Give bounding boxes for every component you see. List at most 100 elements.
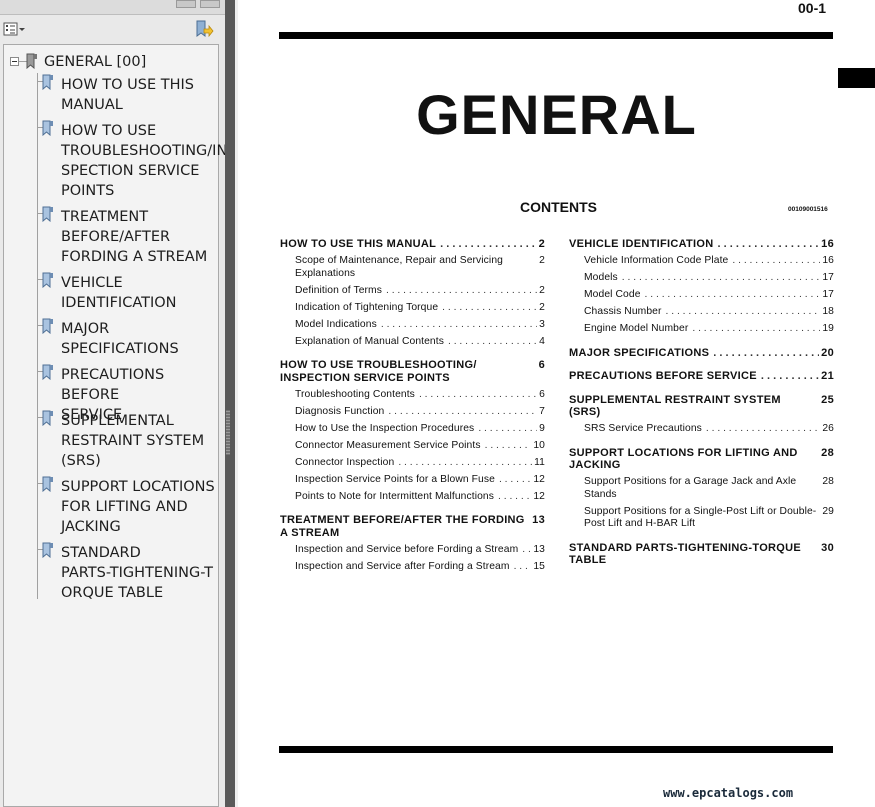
toc-entry[interactable]: How to Use the Inspection Procedures 9 [280,423,545,436]
toc-entry[interactable]: Models 17 [569,272,834,285]
dropdown-arrow-icon [19,28,25,31]
toc-heading-text: PRECAUTIONS BEFORE SERVICE [569,370,757,382]
toc-heading-text: SUPPLEMENTAL RESTRAINT SYSTEM (SRS) [569,393,781,419]
toc-section-heading[interactable]: SUPPORT LOCATIONS FOR LIFTING AND JACKIN… [569,447,834,472]
toc-section-heading[interactable]: STANDARD PARTS-TIGHTENING-TORQUE TABLE 30 [569,542,834,567]
toc-heading-text: TREATMENT BEFORE/AFTER THE FORDING A STR… [280,514,525,539]
toc-entry[interactable]: Inspection Service Points for a Blown Fu… [280,474,545,487]
toc-entry[interactable]: Points to Note for Intermittent Malfunct… [280,491,545,504]
bookmarks-toolbar [0,15,225,43]
bookmark-label[interactable]: SUPPORT LOCATIONS FOR LIFTING AND JACKIN… [61,477,215,537]
bookmark-icon [42,476,53,492]
bookmark-label[interactable]: SUPPLEMENTAL RESTRAINT SYSTEM (SRS) [61,411,204,471]
toc-entry-text: Inspection and Service before Fording a … [295,543,519,555]
leader-dots [666,306,821,319]
toc-section: PRECAUTIONS BEFORE SERVICE 21 [569,370,834,383]
toc-page-number: 29 [822,505,834,517]
toc-entry[interactable]: Diagnosis Function 7 [280,406,545,419]
toc-entry-text: Definition of Terms [295,284,382,296]
bookmark-label[interactable]: STANDARD PARTS-TIGHTENING-T ORQUE TABLE [61,543,213,603]
toc-entry[interactable]: Support Positions for a Single-Post Lift… [569,506,834,531]
bottom-rule [279,746,833,753]
toc-entry[interactable]: Vehicle Information Code Plate 16 [569,255,834,268]
bookmark-icon [42,206,53,222]
toc-section-heading[interactable]: MAJOR SPECIFICATIONS 20 [569,347,834,360]
toc-entry-text: Vehicle Information Code Plate [584,255,729,266]
toc-entry-text: How to Use the Inspection Procedures [295,422,475,434]
toc-entry[interactable]: Connector Measurement Service Points 10 [280,440,545,453]
toc-entry-text: Support Positions for a Single-Post Lift… [584,505,817,530]
toc-entry-text: Points to Note for Intermittent Malfunct… [295,490,494,502]
bookmark-label[interactable]: TREATMENT BEFORE/AFTER FORDING A STREAM [61,207,207,267]
collapse-toggle[interactable] [10,57,19,66]
bookmark-label[interactable]: HOW TO USE TROUBLESHOOTING/IN SPECTION S… [61,121,227,201]
toc-page-number: 26 [822,423,834,434]
toc-entry[interactable]: Model Indications 3 [280,319,545,332]
toc-entry-text: Model Indications [295,318,377,330]
toc-section-heading[interactable]: TREATMENT BEFORE/AFTER THE FORDING A STR… [280,514,545,539]
bookmark-root[interactable]: GENERAL [00] [4,49,220,71]
toc-section: SUPPLEMENTAL RESTRAINT SYSTEM (SRS) 25 SRS… [569,394,834,436]
toc-entry-text: Models [584,272,618,283]
toc-entry[interactable]: Support Positions for a Garage Jack and … [569,476,834,501]
leader-dots [478,423,537,436]
toc-entry[interactable]: Connector Inspection 11 [280,457,545,470]
bookmark-label[interactable]: VEHICLE IDENTIFICATION [61,273,177,313]
toc-entry-text: SRS Service Precautions [584,423,702,434]
bookmark-icon [42,120,53,136]
page-title: GENERAL [416,83,697,146]
bookmarks-tree: GENERAL [00] HOW TO USE THIS MANUAL HOW T… [3,44,227,807]
toc-section-heading[interactable]: SUPPLEMENTAL RESTRAINT SYSTEM (SRS) 25 [569,394,834,419]
toc-section: HOW TO USE TROUBLESHOOTING/ INSPECTION S… [280,359,545,503]
toc-entry[interactable]: Inspection and Service after Fording a S… [280,561,545,574]
leader-dots [440,238,536,251]
leader-dots [499,474,531,487]
toc-entry[interactable]: Engine Model Number 19 [569,323,834,336]
leader-dots [522,544,531,557]
toc-page-number: 28 [822,476,834,487]
list-options-icon [3,22,25,36]
bookmark-label[interactable]: HOW TO USE THIS MANUAL [61,75,194,115]
splitter-grip[interactable] [226,410,230,455]
toc-heading-text: HOW TO USE TROUBLESHOOTING/ INSPECTION S… [280,359,477,384]
toc-entry[interactable]: Definition of Terms 2 [280,285,545,298]
toc-entry[interactable]: Troubleshooting Contents 6 [280,389,545,402]
bookmark-action-icon [196,20,214,38]
toc-entry[interactable]: Model Code 17 [569,289,834,302]
toc-entry[interactable]: Explanation of Manual Contents 4 [280,336,545,349]
toc-entry[interactable]: Scope of Maintenance, Repair and Servici… [280,255,545,280]
toc-section-heading[interactable]: PRECAUTIONS BEFORE SERVICE 21 [569,370,834,383]
panel-minimize-button[interactable] [176,0,196,8]
toc-entry[interactable]: Indication of Tightening Torque 2 [280,302,545,315]
panel-close-button[interactable] [200,0,220,8]
panel-title-bar [0,0,225,15]
toc-section: TREATMENT BEFORE/AFTER THE FORDING A STR… [280,514,545,573]
toc-section-heading[interactable]: HOW TO USE THIS MANUAL 2 [280,238,545,251]
leader-dots [706,423,820,436]
toc-entry-text: Connector Inspection [295,456,395,468]
toc-page-number: 12 [533,490,545,502]
toc-heading-text: STANDARD PARTS-TIGHTENING-TORQUE TABLE [569,541,802,567]
toc-page-number: 13 [532,514,545,526]
toc-entry[interactable]: Chassis Number 18 [569,306,834,319]
options-menu-button[interactable] [3,21,27,37]
bookmark-label[interactable]: MAJOR SPECIFICATIONS [61,319,179,359]
leader-dots [398,457,532,470]
toc-page-number: 7 [539,405,545,417]
panel-splitter[interactable] [225,0,235,807]
toc-page-number: 2 [539,284,545,296]
toc-section-heading[interactable]: VEHICLE IDENTIFICATION 16 [569,238,834,251]
bookmark-label[interactable]: GENERAL [00] [44,52,146,72]
leader-dots [761,370,819,383]
toc-entry[interactable]: Inspection and Service before Fording a … [280,544,545,557]
toc-section-heading[interactable]: HOW TO USE TROUBLESHOOTING/ INSPECTION S… [280,359,545,384]
bookmark-icon [26,53,37,69]
leader-dots [386,285,537,298]
toc-page-number: 4 [539,335,545,347]
bookmark-action-button[interactable] [194,20,214,38]
toc-page-number: 28 [821,446,834,459]
toc-page-number: 9 [539,422,545,434]
toc-page-number: 17 [822,289,834,300]
leader-dots [732,255,820,268]
toc-entry[interactable]: SRS Service Precautions 26 [569,423,834,436]
